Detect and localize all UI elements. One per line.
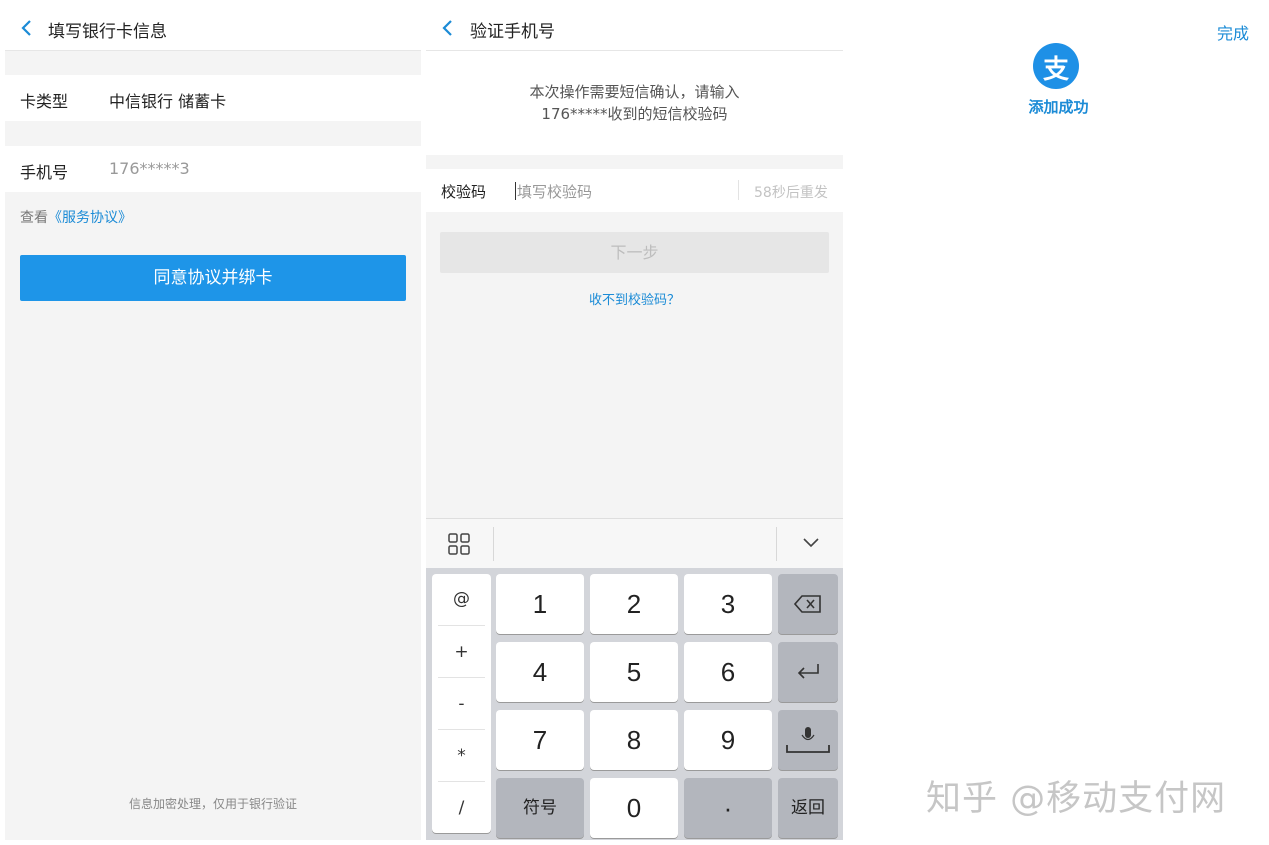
phone-row: 手机号 176*****3 bbox=[5, 146, 421, 192]
code-label: 校验码 bbox=[441, 183, 487, 201]
key-1[interactable]: 1 bbox=[496, 574, 584, 634]
resend-countdown: 58秒后重发 bbox=[754, 185, 828, 201]
key-6[interactable]: 6 bbox=[684, 642, 772, 702]
backspace-icon bbox=[794, 595, 821, 613]
key-5[interactable]: 5 bbox=[590, 642, 678, 702]
verification-code-row: 校验码 填写校验码 58秒后重发 bbox=[426, 169, 843, 212]
divider bbox=[738, 180, 739, 200]
key-0[interactable]: 0 bbox=[590, 778, 678, 838]
voice-input-key[interactable] bbox=[778, 710, 838, 770]
symbol-key-slash[interactable]: / bbox=[432, 798, 491, 818]
card-type-value: 中信银行 储蓄卡 bbox=[109, 92, 227, 111]
logo-glyph: 支 bbox=[1042, 55, 1069, 85]
agree-and-bind-button[interactable]: 同意协议并绑卡 bbox=[20, 255, 406, 301]
phone-value: 176*****3 bbox=[109, 159, 190, 178]
text-cursor bbox=[515, 182, 516, 200]
verify-phone-screen: 验证手机号 本次操作需要短信确认，请输入 176*****收到的短信校验码 校验… bbox=[426, 5, 843, 840]
agreement-prefix: 查看 bbox=[20, 210, 48, 226]
symbol-key-asterisk[interactable]: * bbox=[432, 746, 491, 766]
divider bbox=[438, 677, 485, 678]
page-title: 填写银行卡信息 bbox=[48, 22, 167, 42]
verification-code-input[interactable]: 填写校验码 bbox=[517, 181, 717, 202]
symbol-key-at[interactable]: @ bbox=[432, 589, 491, 609]
phone-label: 手机号 bbox=[20, 163, 69, 182]
grid-icon[interactable] bbox=[448, 533, 470, 555]
notice-line-1: 本次操作需要短信确认，请输入 bbox=[529, 83, 740, 101]
backspace-key[interactable] bbox=[778, 574, 838, 634]
back-arrow-icon[interactable] bbox=[19, 18, 35, 38]
add-success-screen: 完成 支 添加成功 知乎 @移动支付网 bbox=[848, 0, 1269, 845]
key-8[interactable]: 8 bbox=[590, 710, 678, 770]
success-message: 添加成功 bbox=[1028, 98, 1089, 116]
encryption-footnote: 信息加密处理，仅用于银行验证 bbox=[128, 797, 297, 811]
divider bbox=[493, 527, 494, 561]
chevron-down-icon[interactable] bbox=[802, 537, 820, 549]
microphone-icon bbox=[786, 727, 830, 753]
watermark: 知乎 @移动支付网 bbox=[926, 779, 1227, 819]
divider bbox=[438, 781, 485, 782]
sms-notice: 本次操作需要短信确认，请输入 176*****收到的短信校验码 bbox=[426, 51, 843, 155]
agreement-text: 查看《服务协议》 bbox=[20, 207, 132, 227]
key-2[interactable]: 2 bbox=[590, 574, 678, 634]
symbol-column: @ + - * / bbox=[432, 574, 491, 833]
numeric-keyboard: @ + - * / 1 2 3 4 5 6 7 8 9 符号 0 · 返回 bbox=[426, 568, 843, 840]
symbol-key-plus[interactable]: + bbox=[432, 642, 491, 662]
key-7[interactable]: 7 bbox=[496, 710, 584, 770]
nav-bar: 验证手机号 bbox=[426, 5, 843, 51]
service-agreement-link[interactable]: 《服务协议》 bbox=[48, 210, 132, 226]
alipay-logo-icon: 支 bbox=[1033, 43, 1079, 89]
card-type-row: 卡类型 中信银行 储蓄卡 bbox=[5, 75, 421, 121]
back-arrow-icon[interactable] bbox=[440, 18, 456, 38]
notice-line-2: 176*****收到的短信校验码 bbox=[541, 105, 728, 123]
bind-card-screen: 填写银行卡信息 卡类型 中信银行 储蓄卡 手机号 176*****3 查看《服务… bbox=[5, 5, 421, 840]
keyboard-toolbar bbox=[426, 518, 843, 568]
return-key[interactable]: 返回 bbox=[778, 778, 838, 838]
key-3[interactable]: 3 bbox=[684, 574, 772, 634]
enter-key[interactable] bbox=[778, 642, 838, 702]
enter-icon bbox=[797, 664, 819, 679]
nav-bar: 填写银行卡信息 bbox=[5, 5, 421, 51]
symbol-switch-key[interactable]: 符号 bbox=[496, 778, 584, 838]
divider bbox=[438, 729, 485, 730]
divider bbox=[776, 527, 777, 561]
page-title: 验证手机号 bbox=[470, 22, 555, 42]
symbol-key-minus[interactable]: - bbox=[432, 694, 491, 714]
next-step-button[interactable]: 下一步 bbox=[440, 232, 829, 273]
key-4[interactable]: 4 bbox=[496, 642, 584, 702]
key-9[interactable]: 9 bbox=[684, 710, 772, 770]
dot-key[interactable]: · bbox=[684, 778, 772, 838]
card-type-label: 卡类型 bbox=[20, 92, 69, 111]
done-button[interactable]: 完成 bbox=[1217, 20, 1249, 44]
divider bbox=[438, 625, 485, 626]
no-code-link[interactable]: 收不到校验码？ bbox=[426, 289, 843, 308]
